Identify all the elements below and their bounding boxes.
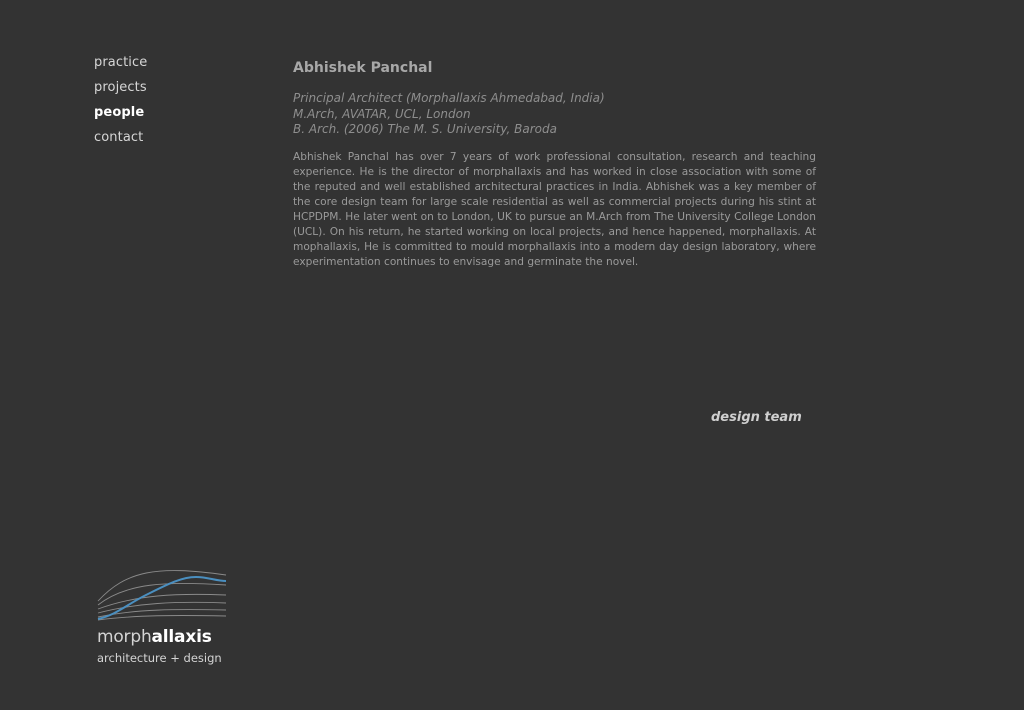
credential-line: B. Arch. (2006) The M. S. University, Ba… bbox=[293, 122, 557, 136]
nav-link-practice[interactable]: practice bbox=[94, 55, 147, 70]
profile-credentials: Principal Architect (Morphallaxis Ahmeda… bbox=[293, 91, 816, 138]
nav-link-contact[interactable]: contact bbox=[94, 130, 143, 145]
nav-item-contact: contact bbox=[94, 127, 147, 152]
logo-word-bold: allaxis bbox=[151, 627, 212, 647]
credential-line: Principal Architect (Morphallaxis Ahmeda… bbox=[293, 91, 605, 105]
profile-name: Abhishek Panchal bbox=[293, 60, 433, 76]
nav-link-people[interactable]: people bbox=[94, 105, 144, 120]
site-logo[interactable]: morphallaxis architecture + design bbox=[96, 565, 236, 670]
logo-tagline: architecture + design bbox=[97, 651, 222, 665]
design-team-link[interactable]: design team bbox=[711, 410, 802, 425]
page: practice projects people contact Abhishe… bbox=[0, 0, 1024, 710]
logo-wordmark: morphallaxis bbox=[97, 627, 212, 647]
profile-content: Abhishek Panchal Principal Architect (Mo… bbox=[293, 60, 816, 270]
credential-line: M.Arch, AVATAR, UCL, London bbox=[293, 106, 471, 121]
nav-item-people: people bbox=[94, 102, 147, 127]
logo-word-light: morph bbox=[97, 627, 152, 647]
nav-link-projects[interactable]: projects bbox=[94, 80, 147, 95]
nav-item-projects: projects bbox=[94, 77, 147, 102]
logo-wave-icon bbox=[97, 570, 227, 621]
nav-item-practice: practice bbox=[94, 52, 147, 77]
profile-bio: Abhishek Panchal has over 7 years of wor… bbox=[293, 150, 816, 268]
main-nav: practice projects people contact bbox=[94, 52, 147, 152]
